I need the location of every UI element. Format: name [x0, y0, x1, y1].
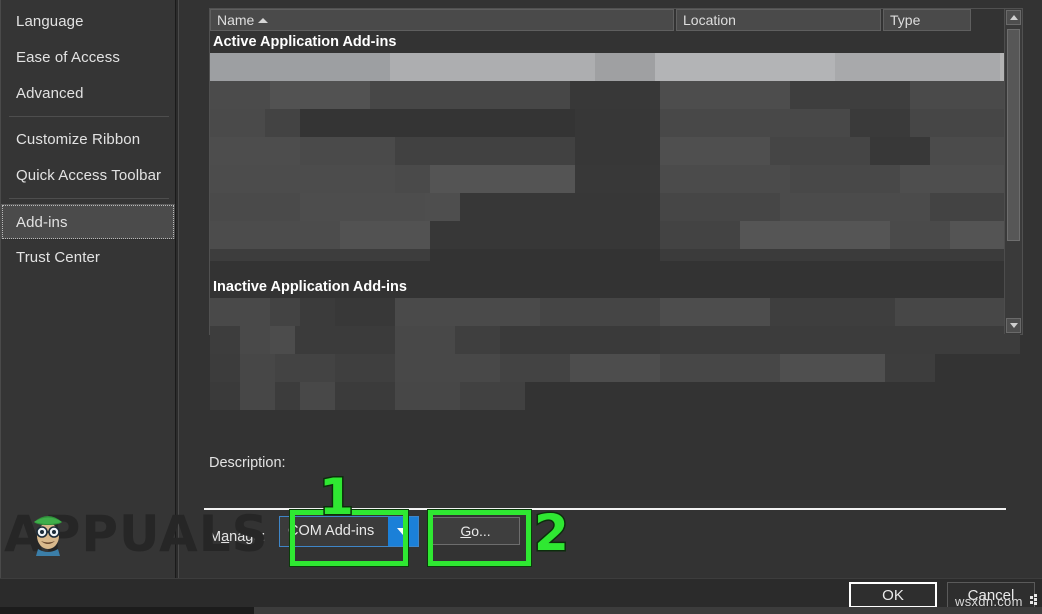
table-row[interactable]	[210, 326, 1022, 354]
sidebar-item-quick-access-toolbar[interactable]: Quick Access Toolbar	[1, 158, 175, 194]
column-header-label: Name	[217, 12, 255, 28]
table-row[interactable]	[210, 221, 1022, 249]
table-row[interactable]	[210, 382, 1022, 410]
wsxdn-logo-icon	[1030, 594, 1037, 605]
active-addins-rows[interactable]	[210, 53, 1022, 261]
table-row[interactable]	[210, 249, 1022, 261]
scrollbar-thumb[interactable]	[1007, 29, 1020, 241]
table-row[interactable]	[210, 109, 1022, 137]
group-header-active: Active Application Add-ins	[210, 31, 1022, 53]
table-row[interactable]	[210, 298, 1022, 326]
sidebar-item-trust-center[interactable]: Trust Center	[1, 240, 175, 276]
column-header-label: Location	[683, 12, 736, 28]
sidebar-item-advanced[interactable]: Advanced	[1, 76, 175, 112]
table-row[interactable]	[210, 354, 1022, 382]
sidebar-item-label: Ease of Access	[16, 49, 120, 66]
annotation-number-2: 2	[533, 504, 571, 562]
group-header-inactive: Inactive Application Add-ins	[210, 276, 1022, 298]
addins-list[interactable]: Name Location Type Active Application Ad…	[209, 8, 1023, 410]
sidebar-item-label: Add-ins	[16, 214, 68, 231]
scroll-down-button[interactable]	[1006, 318, 1021, 333]
sidebar-item-ease-of-access[interactable]: Ease of Access	[1, 40, 175, 76]
description-label: Description:	[209, 455, 286, 471]
annotation-box-2	[428, 510, 531, 566]
sidebar-item-label: Trust Center	[16, 249, 101, 266]
options-dialog: Language Ease of Access Advanced Customi…	[0, 0, 1042, 614]
column-header-name[interactable]: Name	[210, 9, 674, 31]
addins-list-scrollbar[interactable]	[1004, 9, 1022, 334]
taskbar-sliver	[0, 607, 1042, 614]
table-row[interactable]	[210, 53, 1022, 81]
sidebar-item-label: Advanced	[16, 85, 84, 102]
sidebar-divider	[9, 198, 169, 199]
sort-ascending-icon	[258, 17, 269, 23]
table-row[interactable]	[210, 193, 1022, 221]
table-row[interactable]	[210, 137, 1022, 165]
sidebar-item-customize-ribbon[interactable]: Customize Ribbon	[1, 122, 175, 158]
table-row[interactable]	[210, 165, 1022, 193]
ok-button[interactable]: OK	[849, 582, 937, 608]
triangle-down-icon	[1009, 323, 1018, 328]
triangle-up-icon	[1009, 15, 1018, 20]
manage-label: Manage:	[209, 529, 266, 545]
annotation-number-1: 1	[318, 468, 356, 526]
column-header-label: Type	[890, 12, 921, 28]
column-header-location[interactable]: Location	[676, 9, 881, 31]
sidebar-divider	[9, 116, 169, 117]
sidebar-item-add-ins[interactable]: Add-ins	[1, 204, 175, 240]
addins-list-header: Name Location Type	[210, 9, 1022, 31]
scroll-up-button[interactable]	[1006, 10, 1021, 25]
taskbar-active-region	[0, 607, 254, 614]
options-category-sidebar: Language Ease of Access Advanced Customi…	[0, 0, 176, 578]
inactive-addins-rows[interactable]	[210, 298, 1022, 410]
sidebar-item-label: Customize Ribbon	[16, 131, 141, 148]
sidebar-item-label: Quick Access Toolbar	[16, 167, 162, 184]
dialog-button-bar: OK Cancel	[0, 578, 1042, 608]
sidebar-item-label: Language	[16, 13, 84, 30]
addins-settings-panel: Name Location Type Active Application Ad…	[178, 0, 1042, 578]
table-row[interactable]	[210, 81, 1022, 109]
sidebar-item-language[interactable]: Language	[1, 4, 175, 40]
column-header-type[interactable]: Type	[883, 9, 971, 31]
